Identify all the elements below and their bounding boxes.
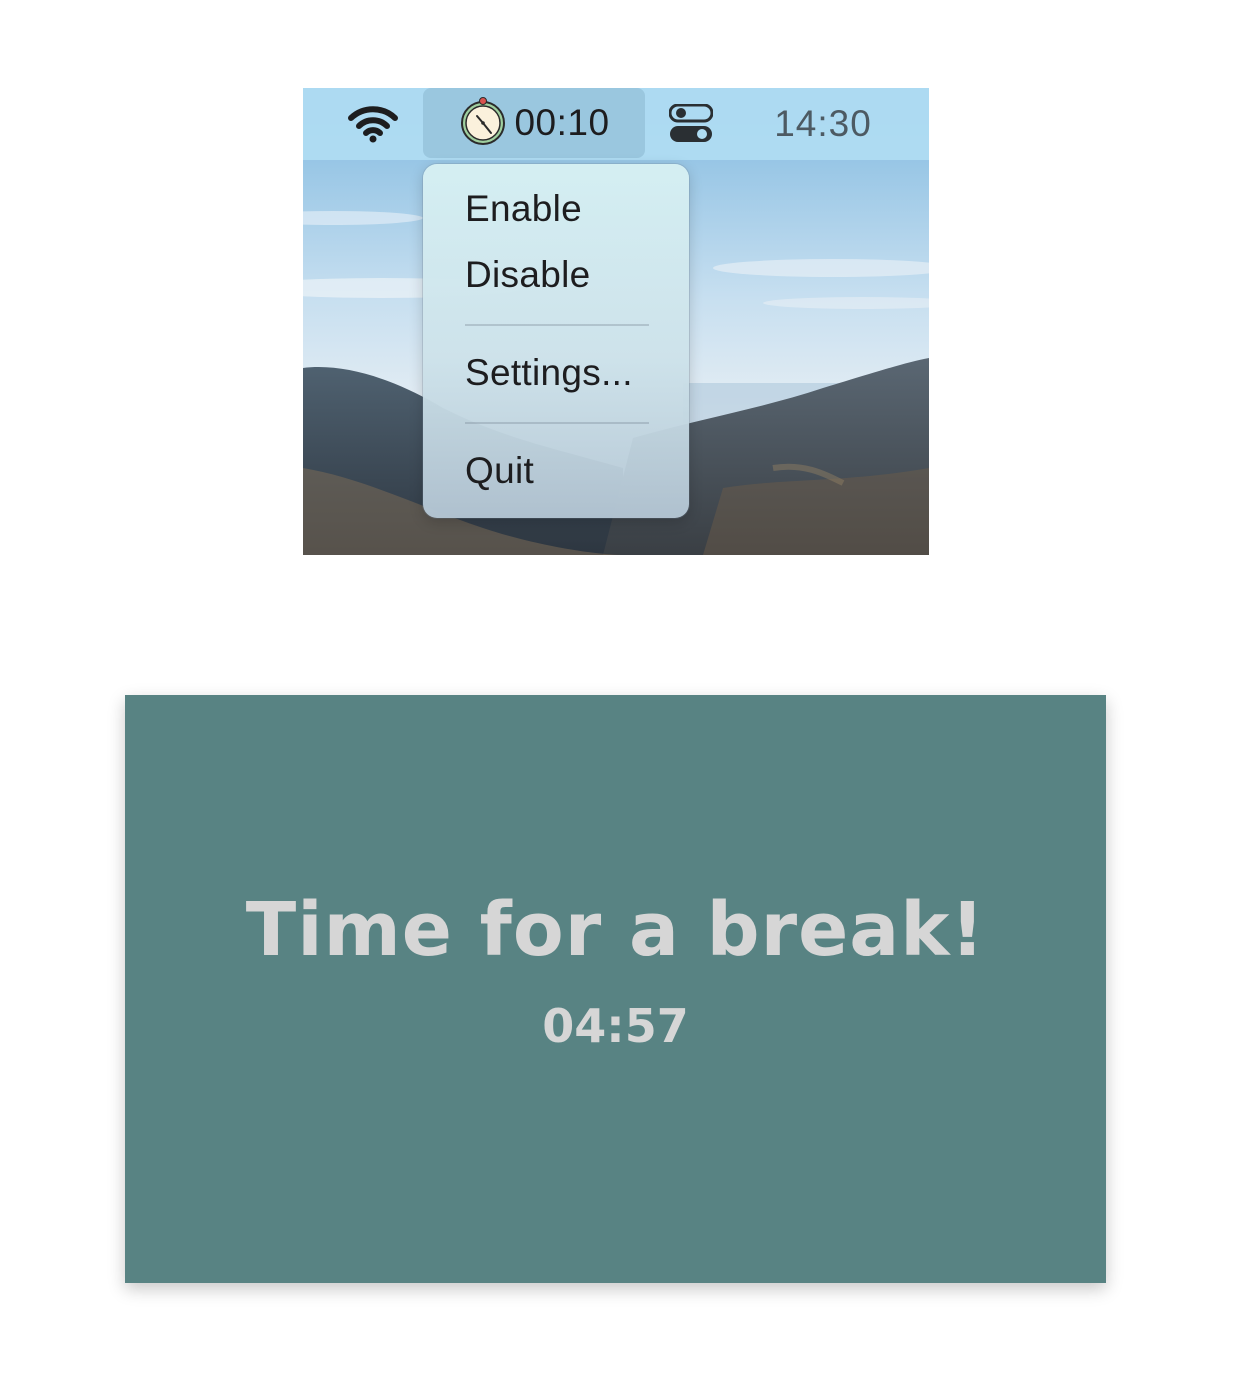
stopwatch-icon <box>458 96 508 151</box>
menu-bar-clock[interactable]: 14:30 <box>753 88 893 160</box>
control-center-icon[interactable] <box>663 88 719 160</box>
menu-item-settings[interactable]: Settings... <box>465 352 633 394</box>
menu-item-disable[interactable]: Disable <box>465 254 591 296</box>
break-countdown: 04:57 <box>542 999 689 1053</box>
wifi-icon[interactable] <box>343 88 403 160</box>
desktop-screen: 00:10 14:30 Enable Disable Settings... Q… <box>303 88 929 555</box>
break-overlay-window: Time for a break! 04:57 <box>125 695 1106 1283</box>
menu-separator <box>465 324 649 326</box>
break-timer-status-item[interactable]: 00:10 <box>423 88 645 158</box>
menu-bar: 00:10 14:30 <box>303 88 929 160</box>
menu-separator <box>465 422 649 424</box>
menu-item-enable[interactable]: Enable <box>465 188 582 230</box>
timer-label: 00:10 <box>514 102 610 143</box>
status-item-dropdown-menu: Enable Disable Settings... Quit <box>423 164 689 518</box>
menu-item-quit[interactable]: Quit <box>465 450 534 492</box>
break-title: Time for a break! <box>245 887 986 973</box>
